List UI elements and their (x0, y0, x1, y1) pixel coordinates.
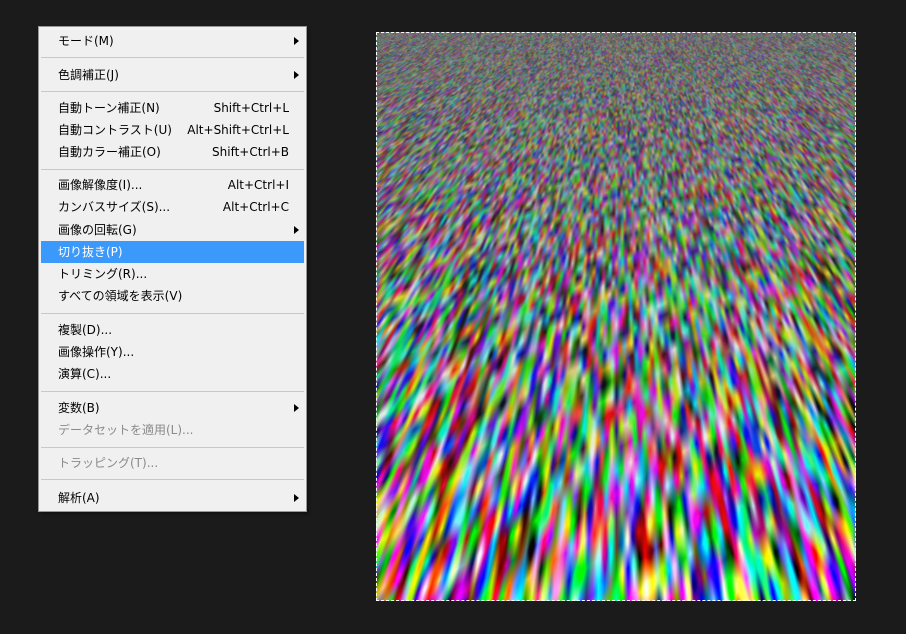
menu-item-label: カンバスサイズ(S)... (58, 200, 171, 214)
menu-separator (41, 313, 304, 314)
menu-item-calculations[interactable]: 演算(C)... (41, 363, 304, 385)
menu-item-label: 自動コントラスト(U) (58, 123, 172, 137)
menu-item-label: 切り抜き(P) (58, 245, 123, 259)
menu-item-apply-data-set[interactable]: データセットを適用(L)... (41, 419, 304, 441)
menu-item-label: 画像の回転(G) (58, 223, 137, 237)
menu-item-label: 色調補正(J) (58, 68, 119, 82)
menu-item-label: 解析(A) (58, 491, 100, 505)
menu-item-label: トリミング(R)... (58, 267, 148, 281)
menu-item-auto-contrast[interactable]: 自動コントラスト(U) Alt+Shift+Ctrl+L (41, 119, 304, 141)
menu-item-trap[interactable]: トラッピング(T)... (41, 452, 304, 474)
menu-item-label: 自動トーン補正(N) (58, 101, 160, 115)
submenu-arrow-icon (294, 494, 299, 502)
menu-separator (41, 169, 304, 170)
menu-item-variables[interactable]: 変数(B) (41, 397, 304, 419)
submenu-arrow-icon (294, 226, 299, 234)
menu-separator (41, 479, 304, 480)
menu-item-label: モード(M) (58, 34, 114, 48)
menu-item-shortcut: Shift+Ctrl+B (212, 145, 289, 159)
menu-item-auto-color[interactable]: 自動カラー補正(O) Shift+Ctrl+B (41, 141, 304, 163)
image-menu: モード(M) 色調補正(J) 自動トーン補正(N) Shift+Ctrl+L 自… (38, 26, 307, 512)
menu-item-adjustments[interactable]: 色調補正(J) (41, 64, 304, 86)
menu-separator (41, 57, 304, 58)
submenu-arrow-icon (294, 37, 299, 45)
menu-item-apply-image[interactable]: 画像操作(Y)... (41, 341, 304, 363)
menu-item-reveal-all[interactable]: すべての領域を表示(V) (41, 285, 304, 307)
noise-image (376, 32, 856, 601)
menu-item-crop[interactable]: 切り抜き(P) (41, 241, 304, 263)
menu-separator (41, 391, 304, 392)
menu-separator (41, 447, 304, 448)
document-canvas[interactable] (376, 32, 856, 601)
menu-item-analysis[interactable]: 解析(A) (41, 487, 304, 509)
submenu-arrow-icon (294, 404, 299, 412)
menu-item-shortcut: Alt+Shift+Ctrl+L (187, 123, 289, 137)
menu-item-shortcut: Alt+Ctrl+C (222, 200, 289, 214)
menu-item-label: すべての領域を表示(V) (58, 289, 183, 303)
menu-item-trim[interactable]: トリミング(R)... (41, 263, 304, 285)
menu-item-label: 画像解像度(I)... (58, 178, 143, 192)
menu-item-label: 自動カラー補正(O) (58, 145, 161, 159)
menu-item-duplicate[interactable]: 複製(D)... (41, 319, 304, 341)
menu-item-shortcut: Alt+Ctrl+I (227, 178, 289, 192)
menu-item-canvas-size[interactable]: カンバスサイズ(S)... Alt+Ctrl+C (41, 196, 304, 218)
menu-item-label: 変数(B) (58, 401, 100, 415)
menu-item-label: 画像操作(Y)... (58, 345, 135, 359)
menu-item-auto-tone[interactable]: 自動トーン補正(N) Shift+Ctrl+L (41, 97, 304, 119)
menu-item-image-rotation[interactable]: 画像の回転(G) (41, 219, 304, 241)
menu-item-label: 複製(D)... (58, 323, 113, 337)
menu-item-label: データセットを適用(L)... (58, 423, 194, 437)
menu-item-shortcut: Shift+Ctrl+L (213, 101, 289, 115)
photoshop-workspace: モード(M) 色調補正(J) 自動トーン補正(N) Shift+Ctrl+L 自… (0, 0, 906, 634)
menu-item-label: 演算(C)... (58, 367, 112, 381)
menu-item-label: トラッピング(T)... (58, 456, 159, 470)
menu-item-mode[interactable]: モード(M) (41, 30, 304, 52)
menu-item-image-size[interactable]: 画像解像度(I)... Alt+Ctrl+I (41, 174, 304, 196)
menu-separator (41, 91, 304, 92)
submenu-arrow-icon (294, 71, 299, 79)
